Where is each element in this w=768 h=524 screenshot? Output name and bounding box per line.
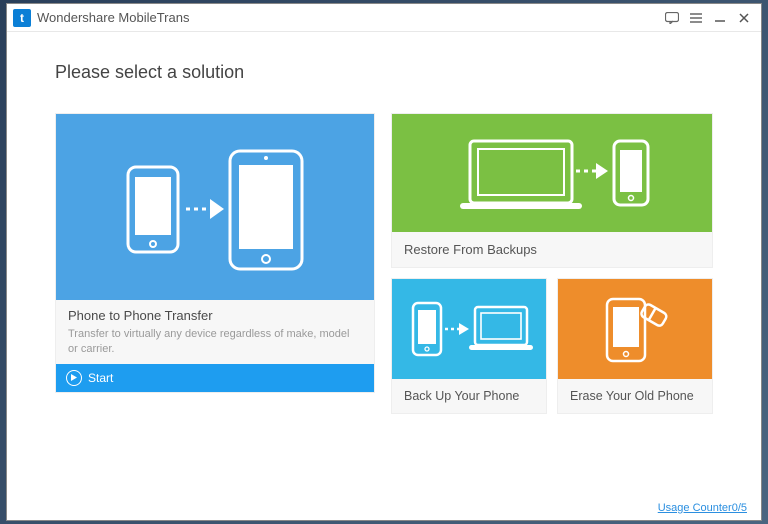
restore-illustration bbox=[392, 114, 712, 232]
tile-grid: Phone to Phone Transfer Transfer to virt… bbox=[55, 113, 713, 414]
phone-transfer-caption: Phone to Phone Transfer Transfer to virt… bbox=[56, 300, 374, 364]
minimize-button[interactable] bbox=[709, 7, 731, 29]
app-title: Wondershare MobileTrans bbox=[37, 10, 659, 25]
left-column: Phone to Phone Transfer Transfer to virt… bbox=[55, 113, 375, 414]
play-icon bbox=[66, 370, 82, 386]
page-heading: Please select a solution bbox=[55, 62, 713, 83]
feedback-button[interactable] bbox=[661, 7, 683, 29]
start-button[interactable]: Start bbox=[56, 364, 374, 392]
tile-restore-backups[interactable]: Restore From Backups bbox=[391, 113, 713, 268]
tile-erase-phone[interactable]: Erase Your Old Phone bbox=[557, 278, 713, 414]
tile-description: Transfer to virtually any device regardl… bbox=[68, 327, 362, 358]
tile-phone-transfer[interactable]: Phone to Phone Transfer Transfer to virt… bbox=[55, 113, 375, 393]
start-label: Start bbox=[88, 371, 113, 385]
tile-title: Phone to Phone Transfer bbox=[68, 308, 362, 323]
small-tile-row: Back Up Your Phone bbox=[391, 278, 713, 414]
app-window: t Wondershare MobileTrans Please select … bbox=[6, 3, 762, 521]
tile-title: Restore From Backups bbox=[392, 232, 712, 267]
phone-transfer-illustration bbox=[56, 114, 374, 300]
tile-title: Erase Your Old Phone bbox=[558, 379, 712, 413]
tile-title: Back Up Your Phone bbox=[392, 379, 546, 413]
usage-counter-link[interactable]: Usage Counter0/5 bbox=[658, 502, 747, 514]
right-column: Restore From Backups bbox=[391, 113, 713, 414]
close-button[interactable] bbox=[733, 7, 755, 29]
backup-illustration bbox=[392, 279, 546, 379]
title-bar: t Wondershare MobileTrans bbox=[7, 4, 761, 32]
menu-button[interactable] bbox=[685, 7, 707, 29]
erase-illustration bbox=[558, 279, 712, 379]
app-logo-icon: t bbox=[13, 9, 31, 27]
tile-backup-phone[interactable]: Back Up Your Phone bbox=[391, 278, 547, 414]
content-area: Please select a solution bbox=[7, 32, 761, 520]
